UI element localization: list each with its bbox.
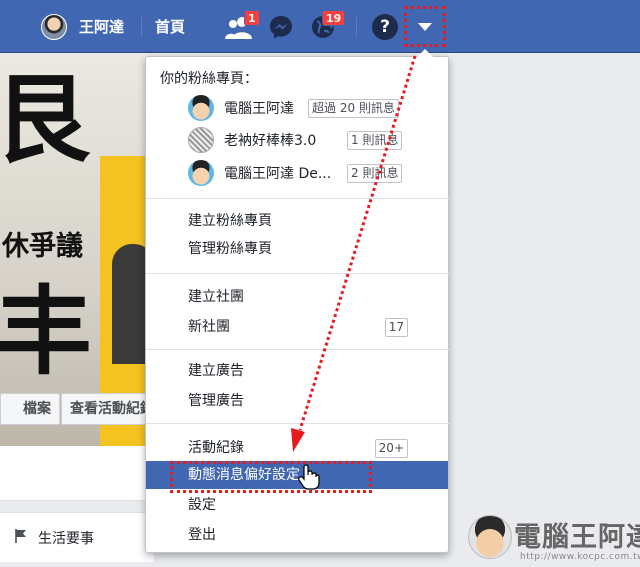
watermark-mascot (468, 515, 512, 559)
top-navigation-bar: 王阿達 首頁 1 19 ? (0, 0, 640, 53)
message-count-tag: 2 則訊息 (347, 164, 403, 183)
cover-glyph-bottom: 丰 (0, 275, 92, 388)
menu-divider (146, 349, 450, 350)
create-group-item[interactable]: 建立社團 (146, 283, 448, 311)
notifications-button[interactable]: 19 (308, 10, 346, 41)
caret-down-icon (418, 22, 432, 31)
cover-slogan: 休爭議 (2, 231, 83, 262)
activity-log-badge: 20+ (374, 439, 408, 458)
page-avatar (188, 127, 214, 153)
life-events-tab[interactable]: 生活要事 (0, 512, 154, 562)
settings-item[interactable]: 設定 (146, 491, 448, 519)
cover-photo: 艮 丰 休爭議 (0, 54, 154, 446)
menu-divider (146, 273, 450, 274)
page-name: 電腦王阿達 De... (224, 166, 332, 182)
menu-divider (146, 423, 450, 424)
profile-button[interactable]: 檔案 (0, 393, 60, 425)
right-column (449, 54, 640, 567)
create-ads-item[interactable]: 建立廣告 (146, 357, 448, 385)
notifications-badge: 19 (322, 10, 346, 26)
message-count-tag: 1 則訊息 (347, 131, 403, 150)
logout-item[interactable]: 登出 (146, 521, 448, 549)
manage-ads-item[interactable]: 管理廣告 (146, 387, 448, 415)
page-name: 老衲好棒棒3.0 (224, 133, 317, 149)
nav-divider (141, 17, 142, 37)
page-item[interactable]: 電腦王阿達 De... 2 則訊息 (146, 158, 450, 188)
home-link[interactable]: 首頁 (155, 16, 185, 37)
page-item[interactable]: 電腦王阿達 超過 20 則訊息 (146, 93, 450, 123)
page-avatar (188, 95, 214, 121)
messenger-icon (270, 16, 292, 39)
cover-glyph-top: 艮 (0, 63, 90, 176)
account-dropdown-menu: 你的粉絲專頁： 電腦王阿達 超過 20 則訊息 老衲好棒棒3.0 1 則訊息 電… (145, 49, 450, 553)
nav-divider (356, 17, 357, 37)
help-icon[interactable]: ? (372, 14, 398, 40)
watermark-url: http://www.kocpc.com.tw (520, 552, 640, 562)
friend-requests-badge: 1 (244, 10, 260, 26)
profile-name-link[interactable]: 王阿達 (79, 16, 124, 37)
manage-pages-item[interactable]: 管理粉絲專頁 (146, 235, 448, 263)
friend-requests-button[interactable]: 1 (224, 10, 260, 41)
activity-log-button[interactable]: 查看活動紀錄 (61, 393, 154, 425)
highlight-annotation-box (170, 461, 372, 493)
page-item[interactable]: 老衲好棒棒3.0 1 則訊息 (146, 125, 450, 155)
watermark: 電腦王阿達 http://www.kocpc.com.tw (468, 511, 640, 565)
timeline-header (0, 446, 154, 501)
new-groups-item[interactable]: 新社團 17 (146, 313, 448, 341)
watermark-title: 電腦王阿達 (514, 522, 640, 553)
profile-avatar[interactable] (41, 14, 67, 40)
hand-cursor-icon (298, 464, 320, 490)
flag-icon (15, 529, 26, 543)
new-groups-label: 新社團 (188, 319, 230, 335)
messenger-button[interactable] (266, 13, 296, 41)
news-feed-preferences-item[interactable]: 動態消息偏好設定 (146, 461, 448, 493)
create-page-item[interactable]: 建立粉絲專頁 (146, 207, 448, 235)
life-events-label: 生活要事 (38, 531, 94, 547)
page-avatar (188, 160, 214, 186)
new-groups-badge: 17 (384, 318, 408, 337)
page-name: 電腦王阿達 (224, 101, 294, 117)
menu-pointer (417, 49, 433, 57)
menu-divider (146, 198, 450, 199)
activity-log-item[interactable]: 活動紀錄 20+ (146, 434, 448, 462)
message-count-tag: 超過 20 則訊息 (308, 99, 399, 118)
account-menu-button[interactable] (404, 6, 446, 47)
your-pages-header: 你的粉絲專頁： (160, 71, 258, 87)
activity-log-label: 活動紀錄 (188, 440, 244, 456)
